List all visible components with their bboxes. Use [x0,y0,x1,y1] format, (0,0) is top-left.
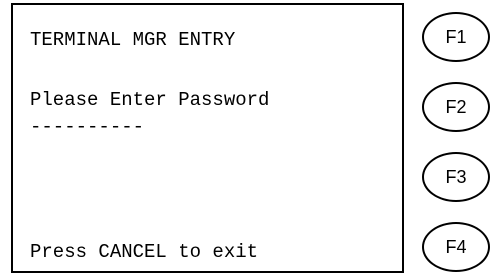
cancel-instruction: Press CANCEL to exit [30,241,259,263]
f3-label: F3 [445,166,467,187]
password-prompt: Please Enter Password [30,89,270,111]
f2-label: F2 [445,96,467,117]
screen-title: TERMINAL MGR ENTRY [30,29,236,51]
f1-label: F1 [445,26,467,47]
terminal-display: TERMINAL MGR ENTRY Please Enter Password… [11,3,404,273]
f3-button[interactable]: F3 [422,152,490,202]
password-field[interactable]: ---------- [30,118,144,137]
f4-button[interactable]: F4 [422,222,490,272]
f2-button[interactable]: F2 [422,82,490,132]
f4-label: F4 [445,236,467,257]
f1-button[interactable]: F1 [422,12,490,62]
